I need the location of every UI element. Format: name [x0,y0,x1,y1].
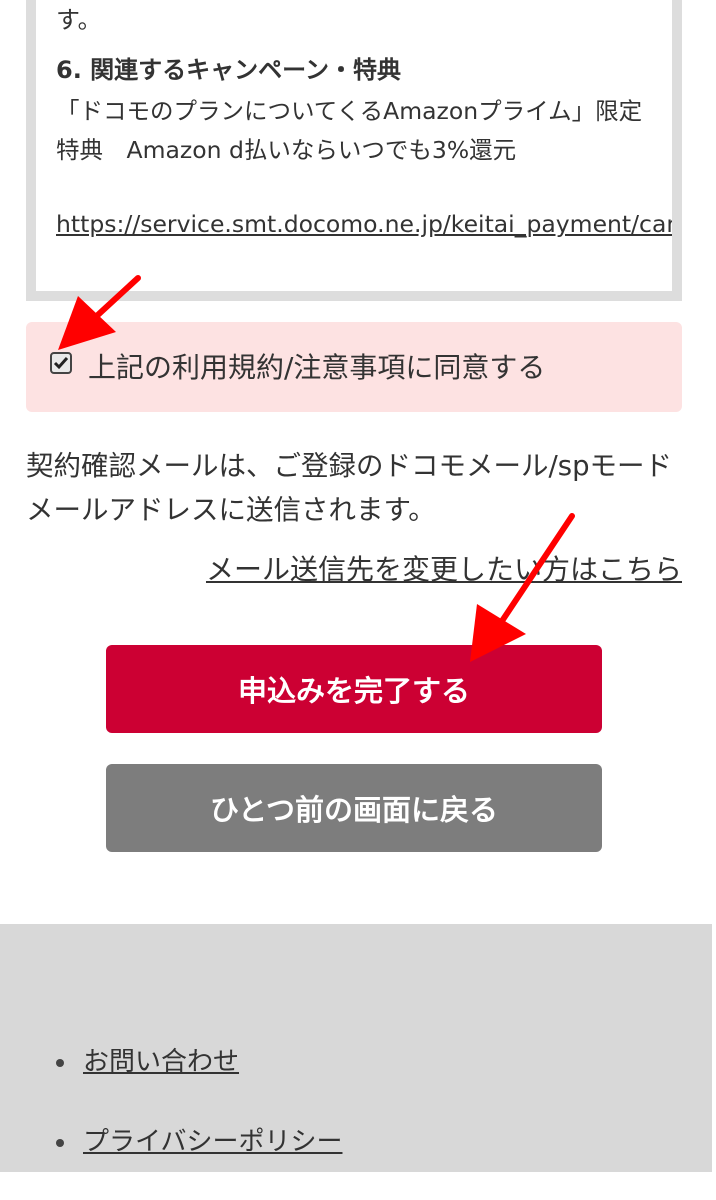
privacy-policy-link[interactable]: プライバシーポリシー [83,1124,342,1160]
contact-link[interactable]: お問い合わせ [83,1044,239,1080]
terms-heading: 6. 関連するキャンペーン・特典 [56,56,401,84]
terms-body: 「ドコモのプランについてくるAmazonプライム」限定特典 Amazon d払い… [56,97,643,164]
agree-checkbox[interactable] [50,352,72,374]
agree-label[interactable]: 上記の利用規約/注意事項に同意する [88,350,545,386]
terms-box[interactable]: す。 6. 関連するキャンペーン・特典 「ドコモのプランについてくるAmazon… [26,0,682,301]
back-button[interactable]: ひとつ前の画面に戻る [106,764,602,852]
agree-box: 上記の利用規約/注意事項に同意する [26,322,682,412]
mail-note: 契約確認メールは、ご登録のドコモメール/spモードメールアドレスに送信されます。 [26,450,673,526]
footer: お問い合わせ プライバシーポリシー [0,924,712,1172]
terms-tail-text: す。 [56,6,102,34]
submit-button[interactable]: 申込みを完了する [106,645,602,733]
check-icon [53,357,69,370]
mail-change-link[interactable]: メール送信先を変更したい方はこちら [206,550,682,590]
bullet-icon [56,1139,64,1147]
bullet-icon [56,1059,64,1067]
campaign-link[interactable]: https://service.smt.docomo.ne.jp/keitai_… [56,208,672,240]
